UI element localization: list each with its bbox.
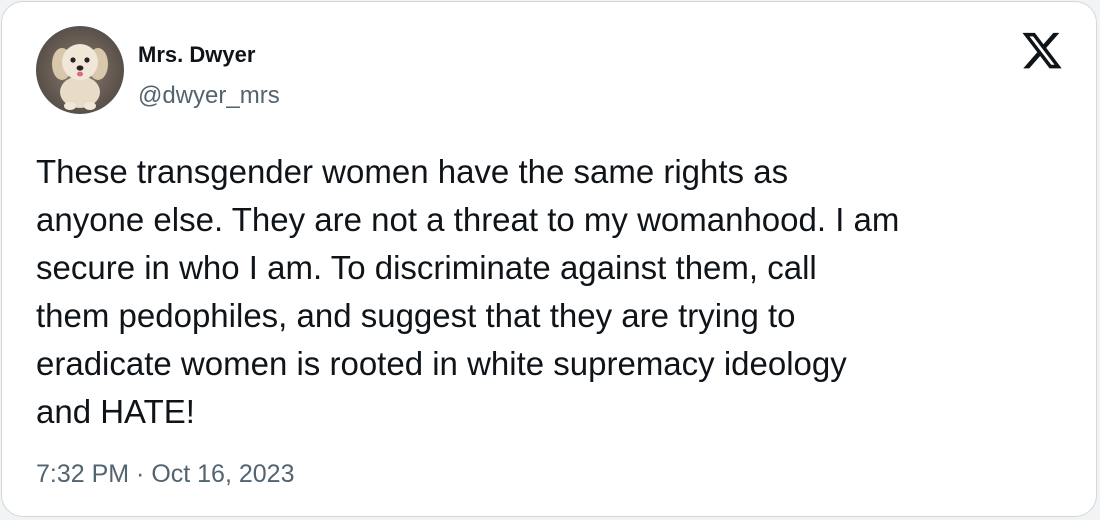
avatar[interactable] <box>36 26 124 114</box>
tweet-text-line: anyone else. They are not a threat to my… <box>36 201 900 238</box>
tweet-card: Mrs. Dwyer @dwyer_mrs These transgender … <box>1 1 1097 517</box>
tweet-text: These transgender women have the same ri… <box>36 148 1081 436</box>
tweet-text-line: secure in who I am. To discriminate agai… <box>36 249 817 286</box>
tweet-text-line: These transgender women have the same ri… <box>36 153 789 190</box>
tweet-timestamp[interactable]: 7:32 PM · Oct 16, 2023 <box>36 460 294 489</box>
x-logo-svg <box>1022 32 1062 69</box>
tweet-text-line: eradicate women is rooted in white supre… <box>36 345 847 382</box>
author-display-name[interactable]: Mrs. Dwyer <box>138 42 255 68</box>
tweet-text-line: and HATE! <box>36 393 195 430</box>
tweet-text-line: them pedophiles, and suggest that they a… <box>36 297 796 334</box>
dog-avatar-icon <box>36 26 124 114</box>
x-logo-icon[interactable] <box>1020 32 1064 72</box>
author-handle[interactable]: @dwyer_mrs <box>138 82 280 110</box>
